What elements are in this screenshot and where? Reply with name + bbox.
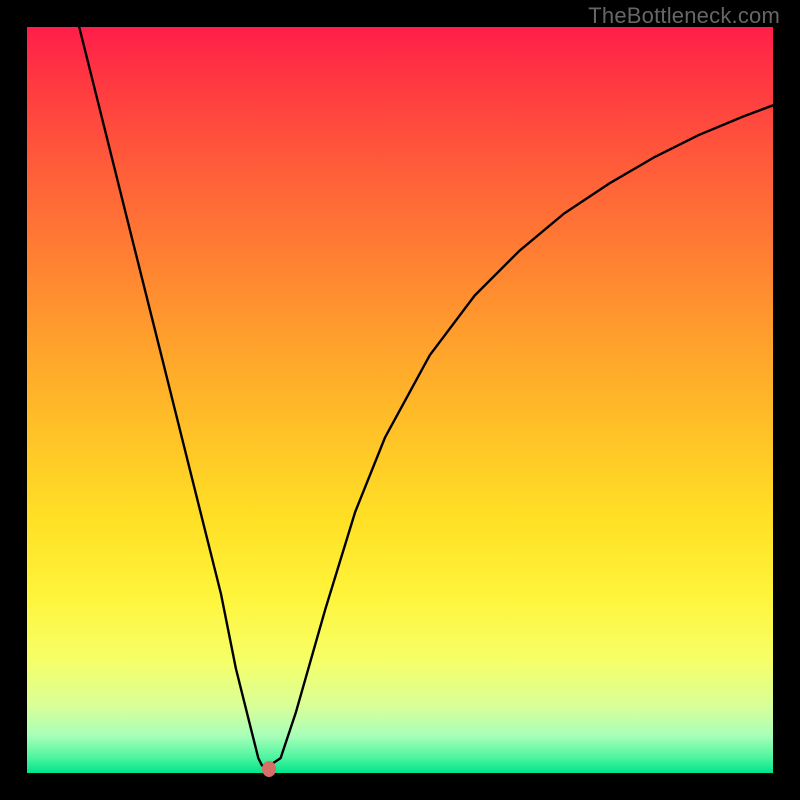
- plot-area: [27, 27, 773, 773]
- watermark-text: TheBottleneck.com: [588, 3, 780, 29]
- optimum-marker: [262, 761, 276, 777]
- chart-frame: TheBottleneck.com: [0, 0, 800, 800]
- bottleneck-curve: [27, 27, 773, 773]
